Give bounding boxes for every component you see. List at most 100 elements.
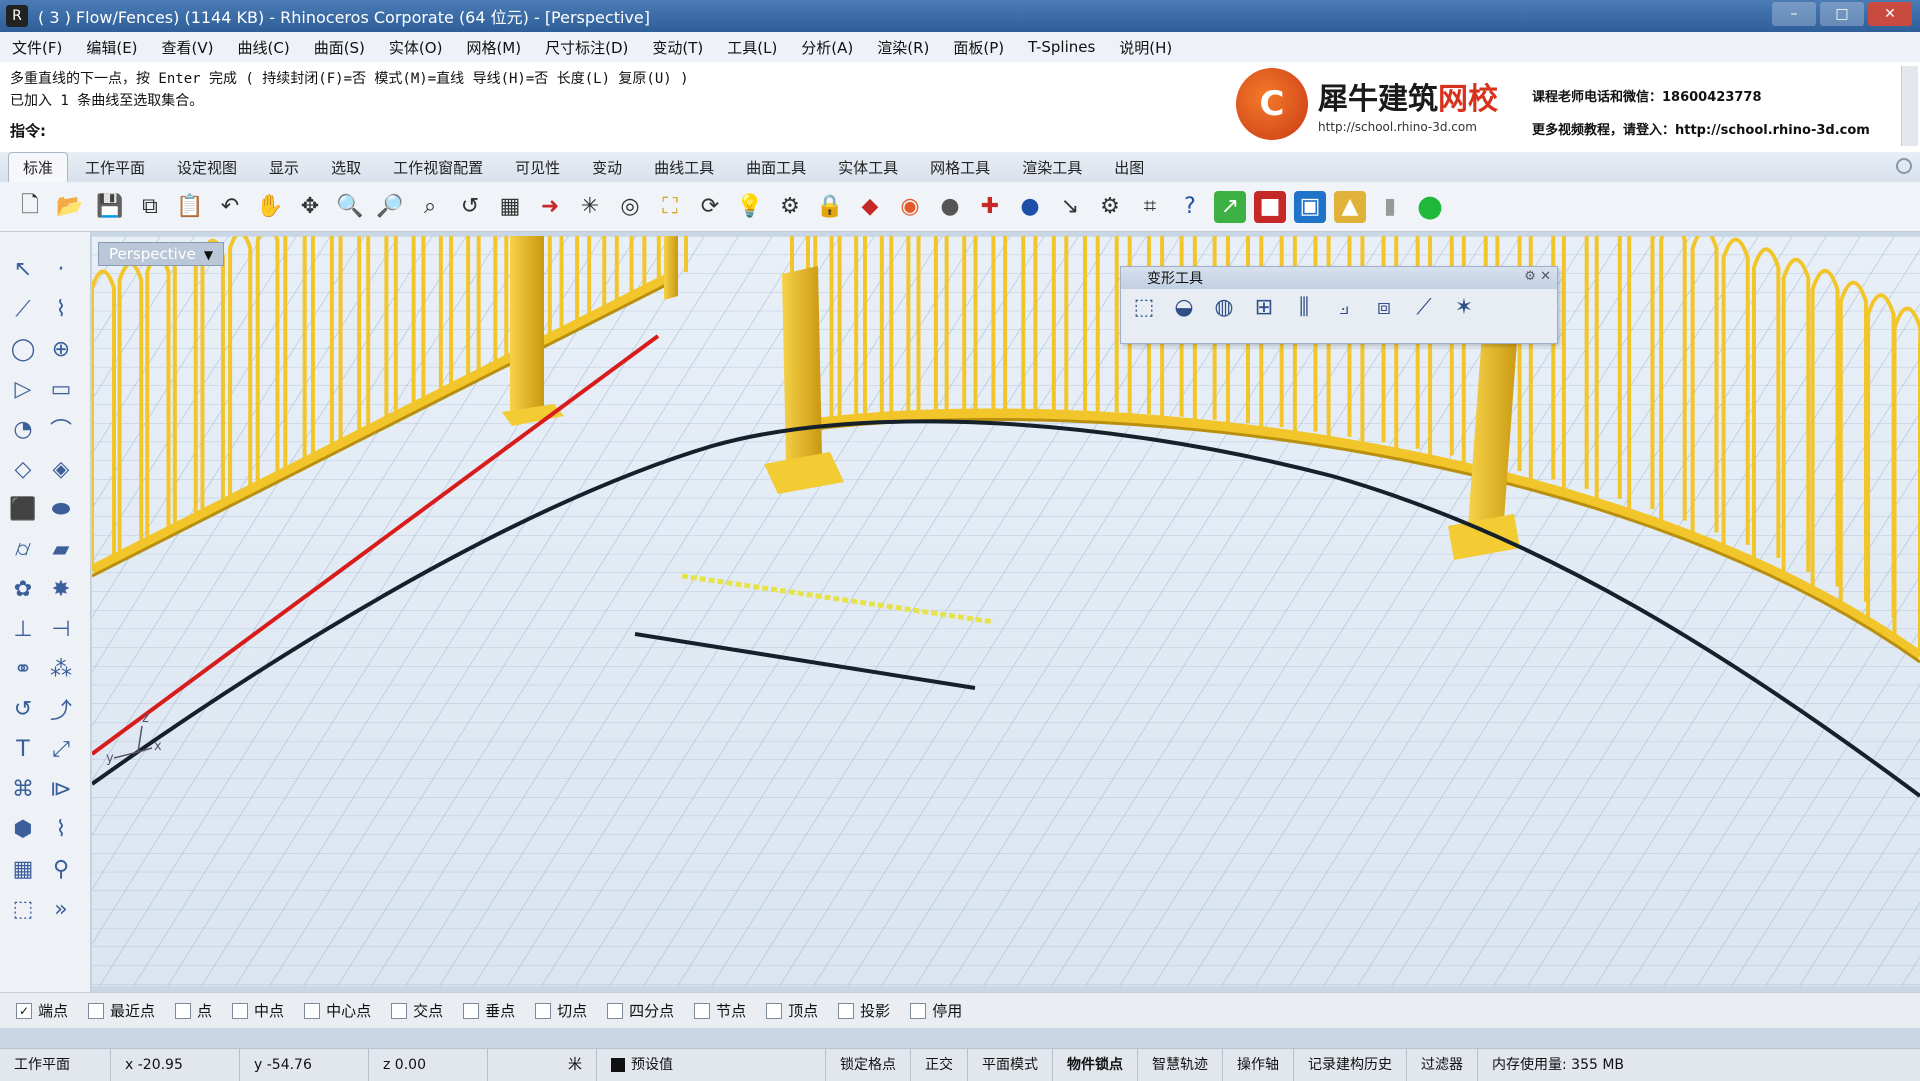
trim-icon[interactable]: ⊥ (6, 612, 40, 646)
select-arrow-icon[interactable]: ↖ (6, 252, 40, 286)
blue-plugin-icon[interactable]: ▣ (1294, 190, 1326, 223)
split-icon[interactable]: ⊣ (44, 612, 78, 646)
osnap-checkbox[interactable] (232, 1002, 249, 1019)
grey-plugin-icon[interactable]: ▮ (1374, 191, 1406, 223)
surface-analysis-icon[interactable]: ⌇ (44, 812, 78, 846)
tab-viewport-layout[interactable]: 工作视窗配置 (378, 152, 498, 182)
osnap-option[interactable]: ✓ 端点 (16, 1000, 68, 1021)
osnap-checkbox[interactable] (766, 1002, 783, 1019)
osnap-option[interactable]: 顶点 (766, 1000, 818, 1021)
menu-edit[interactable]: 编辑(E) (74, 37, 149, 58)
osnap-option[interactable]: 投影 (838, 1000, 890, 1021)
osnap-checkbox[interactable] (910, 1002, 927, 1019)
stretch-tool-icon[interactable]: ⫼ (1289, 295, 1319, 320)
osnap-option[interactable]: 中点 (232, 1000, 284, 1021)
tab-drafting[interactable]: 出图 (1099, 152, 1159, 182)
status-record-history[interactable]: 记录建构历史 (1294, 1049, 1407, 1081)
arc-tool-icon[interactable]: ◔ (6, 412, 40, 446)
smash-tool-icon[interactable]: ⟋ (1409, 295, 1439, 320)
menu-dimension[interactable]: 尺寸标注(D) (533, 37, 640, 58)
group-icon[interactable]: ⁂ (44, 652, 78, 686)
status-osnap[interactable]: 物件锁点 (1053, 1049, 1138, 1081)
status-planar[interactable]: 平面模式 (968, 1049, 1053, 1081)
osnap-checkbox[interactable]: ✓ (16, 1002, 32, 1019)
menu-analyze[interactable]: 分析(A) (789, 37, 865, 58)
text-tool-icon[interactable]: T (6, 732, 40, 766)
osnap-checkbox[interactable] (304, 1002, 321, 1019)
splop-tool-icon[interactable]: ⧈ (1369, 295, 1399, 320)
panel-header[interactable]: 变形工具 ⚙ ✕ (1121, 267, 1557, 289)
color-wheel-icon[interactable]: ◉ (894, 191, 926, 223)
green-plugin-icon[interactable]: ↗ (1214, 190, 1246, 223)
array-icon[interactable]: ⌘ (6, 772, 40, 806)
tab-select[interactable]: 选取 (316, 152, 376, 182)
new-file-icon[interactable]: 🗋 (14, 191, 46, 223)
explode-icon[interactable]: ✸ (44, 572, 78, 606)
zoom-window-icon[interactable]: 🔎 (374, 191, 406, 223)
menu-solid[interactable]: 实体(O) (377, 37, 455, 58)
extrude-curve-icon[interactable]: ◈ (44, 452, 78, 486)
menu-transform[interactable]: 变动(T) (640, 37, 715, 58)
dimension-icon[interactable]: ↘ (1054, 191, 1086, 223)
tab-set-view[interactable]: 设定视图 (162, 152, 252, 182)
tab-surface-tools[interactable]: 曲面工具 (731, 152, 821, 182)
minimize-button[interactable]: – (1772, 2, 1816, 26)
menu-panels[interactable]: 面板(P) (941, 37, 1016, 58)
cylinder-solid-icon[interactable]: ⌭ (6, 532, 40, 566)
analyze-icon[interactable]: ⬢ (6, 812, 40, 846)
maximize-button[interactable]: □ (1820, 2, 1864, 26)
tab-solid-tools[interactable]: 实体工具 (823, 152, 913, 182)
osnap-checkbox[interactable] (694, 1002, 711, 1019)
osnap-option[interactable]: 中心点 (304, 1000, 371, 1021)
tab-standard[interactable]: 标准 (8, 152, 69, 182)
osnap-checkbox[interactable] (535, 1002, 552, 1019)
join-icon[interactable]: ⚭ (6, 652, 40, 686)
red-plugin-icon[interactable]: ■ (1254, 190, 1286, 223)
close-button[interactable]: ✕ (1868, 2, 1912, 26)
shaded-sphere-icon[interactable]: ● (934, 191, 966, 223)
osnap-checkbox[interactable] (391, 1002, 408, 1019)
box-solid-icon[interactable]: ⬛ (6, 492, 40, 526)
menu-file[interactable]: 文件(F) (0, 37, 74, 58)
osnap-option[interactable]: 点 (175, 1000, 212, 1021)
pan-hand-icon[interactable]: ✋ (254, 191, 286, 223)
command-history-icon[interactable]: ⌗ (1134, 191, 1166, 223)
tab-mesh-tools[interactable]: 网格工具 (915, 152, 1005, 182)
yellow-plugin-icon[interactable]: ▲ (1334, 190, 1366, 223)
gear-tool-icon[interactable]: ⚙ (1094, 191, 1126, 223)
status-cplane[interactable]: 工作平面 (0, 1049, 111, 1081)
rectangle-tool-icon[interactable]: ▭ (44, 372, 78, 406)
scale-icon[interactable]: ⤢ (44, 732, 78, 766)
point-icon[interactable]: ✳ (574, 191, 606, 223)
pipe-solid-icon[interactable]: ⬬ (44, 492, 78, 526)
point-tool-icon[interactable]: · (44, 252, 78, 286)
help-icon[interactable]: ? (1174, 191, 1206, 223)
paste-icon[interactable]: 📋 (174, 191, 206, 223)
more-tools-icon[interactable]: » (44, 892, 78, 926)
undo-icon[interactable]: ↶ (214, 191, 246, 223)
menu-mesh[interactable]: 网格(M) (454, 37, 533, 58)
menu-surface[interactable]: 曲面(S) (302, 37, 377, 58)
osnap-option[interactable]: 切点 (535, 1000, 587, 1021)
render-sphere-icon[interactable]: ● (1014, 191, 1046, 223)
panel-close-icon[interactable]: ✕ (1540, 269, 1551, 284)
open-folder-icon[interactable]: 📂 (54, 191, 86, 223)
osnap-checkbox[interactable] (175, 1002, 192, 1019)
move-icon[interactable]: ➜ (534, 191, 566, 223)
osnap-checkbox[interactable] (88, 1002, 105, 1019)
menu-tools[interactable]: 工具(L) (715, 37, 789, 58)
status-layer[interactable]: 预设值 (597, 1049, 826, 1081)
dimension-tool-icon[interactable]: ⚲ (44, 852, 78, 886)
boolean-union-icon[interactable]: ✿ (6, 572, 40, 606)
menu-tsplines[interactable]: T-Splines (1016, 38, 1107, 56)
status-filter[interactable]: 过滤器 (1407, 1049, 1478, 1081)
menu-view[interactable]: 查看(V) (150, 37, 226, 58)
osnap-option[interactable]: 节点 (694, 1000, 746, 1021)
offset-curve-icon[interactable]: ↺ (6, 692, 40, 726)
save-icon[interactable]: 💾 (94, 191, 126, 223)
circle-snap-icon[interactable]: ◎ (614, 191, 646, 223)
copy-icon[interactable]: ⧉ (134, 191, 166, 223)
tab-curve-tools[interactable]: 曲线工具 (639, 152, 729, 182)
undo-view-icon[interactable]: ↺ (454, 191, 486, 223)
render-preview-icon[interactable]: ✚ (974, 191, 1006, 223)
